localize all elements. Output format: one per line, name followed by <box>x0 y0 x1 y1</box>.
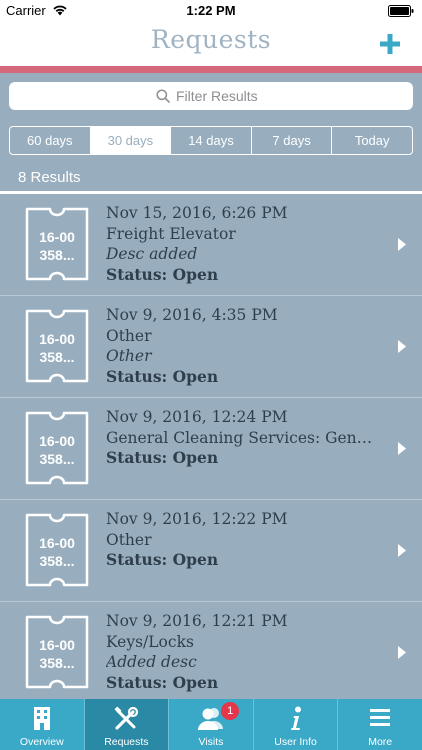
page-title: Requests <box>150 25 272 54</box>
status-bar: Carrier 1:22 PM <box>0 0 422 22</box>
ticket-number-line2: 358... <box>39 247 75 263</box>
ticket-icon: 16-00 358... <box>24 207 90 281</box>
request-type: Keys/Locks <box>106 632 194 651</box>
ticket-number-line1: 16-00 <box>39 229 75 245</box>
ticket-icon: 16-00 358... <box>24 411 90 485</box>
ticket-icon: 16-00 358... <box>24 513 90 587</box>
request-status: Status: Open <box>106 550 219 569</box>
tab-label: Requests <box>104 736 149 748</box>
ticket-number-line2: 358... <box>39 349 75 365</box>
info-icon <box>290 706 301 730</box>
request-row[interactable]: 16-00 358... Nov 9, 2016, 4:35 PM Other O… <box>0 296 422 398</box>
ticket-icon: 16-00 358... <box>24 615 90 689</box>
tab-overview[interactable]: Overview <box>0 699 85 750</box>
request-type: Freight Elevator <box>106 224 236 243</box>
segment-14-days[interactable]: 14 days <box>171 127 252 154</box>
status-time: 1:22 PM <box>186 3 236 18</box>
request-description: Added desc <box>106 653 197 671</box>
tab-more[interactable]: More <box>338 699 422 750</box>
chevron-right-icon <box>398 238 406 251</box>
request-date: Nov 15, 2016, 6:26 PM <box>106 204 288 222</box>
building-icon <box>33 707 50 730</box>
segment-60-days[interactable]: 60 days <box>10 127 91 154</box>
filter-input[interactable] <box>176 88 266 104</box>
tab-visits[interactable]: 1 Visits <box>169 699 254 750</box>
ticket-number-line2: 358... <box>39 451 75 467</box>
navigation-bar: Requests <box>0 22 422 66</box>
chevron-right-icon <box>398 646 406 659</box>
ticket-icon: 16-00 358... <box>24 309 90 383</box>
ticket-number-line1: 16-00 <box>39 637 75 653</box>
request-status: Status: Open <box>106 366 219 386</box>
chevron-right-icon <box>398 544 406 557</box>
tab-label: More <box>368 736 393 748</box>
request-type: Other <box>106 530 152 549</box>
add-request-button[interactable] <box>378 32 402 56</box>
battery-icon <box>388 5 414 17</box>
request-type: Other <box>106 326 152 345</box>
ticket-number-line1: 16-00 <box>39 535 75 551</box>
request-status: Status: Open <box>106 264 219 284</box>
request-list: 16-00 358... Nov 15, 2016, 6:26 PM Freigh… <box>0 194 422 699</box>
tab-requests[interactable]: Requests <box>84 699 170 750</box>
request-date: Nov 9, 2016, 12:24 PM <box>106 408 288 426</box>
visits-badge: 1 <box>221 702 240 720</box>
request-type: General Cleaning Services: Gen… <box>106 428 373 447</box>
request-date: Nov 9, 2016, 12:21 PM <box>106 612 288 630</box>
search-icon <box>156 89 170 103</box>
chevron-right-icon <box>398 442 406 455</box>
request-status: Status: Open <box>106 672 219 692</box>
ticket-number-line2: 358... <box>39 553 75 569</box>
segment-30-days[interactable]: 30 days <box>90 127 172 154</box>
tab-bar: Overview Requests 1 Visits User Info Mor… <box>0 699 422 750</box>
ticket-number-line1: 16-00 <box>39 331 75 347</box>
filter-bar[interactable] <box>9 82 413 110</box>
request-row[interactable]: 16-00 358... Nov 9, 2016, 12:22 PM Other … <box>0 500 422 602</box>
segment-7-days[interactable]: 7 days <box>252 127 333 154</box>
request-description: Other <box>106 347 152 365</box>
request-status: Status: Open <box>106 448 219 467</box>
tab-user-info[interactable]: User Info <box>254 699 339 750</box>
tab-label: Overview <box>19 736 64 748</box>
request-row[interactable]: 16-00 358... Nov 9, 2016, 12:24 PM Genera… <box>0 398 422 500</box>
ticket-number-line2: 358... <box>39 655 75 671</box>
tab-label: Visits <box>198 736 224 748</box>
request-date: Nov 9, 2016, 4:35 PM <box>106 306 278 324</box>
menu-icon <box>370 709 391 726</box>
results-count: 8 Results <box>18 169 81 186</box>
request-row[interactable]: 16-00 358... Nov 15, 2016, 6:26 PM Freigh… <box>0 194 422 296</box>
tab-label: User Info <box>274 736 317 748</box>
accent-stripe <box>0 66 422 73</box>
request-description: Desc added <box>106 245 198 263</box>
segment-today[interactable]: Today <box>332 127 412 154</box>
ticket-number-line1: 16-00 <box>39 433 75 449</box>
request-date: Nov 9, 2016, 12:22 PM <box>106 510 288 528</box>
tools-icon <box>114 706 139 730</box>
request-row[interactable]: 16-00 358... Nov 9, 2016, 12:21 PM Keys/L… <box>0 602 422 699</box>
date-range-segmented-control: 60 days 30 days 14 days 7 days Today <box>9 126 413 155</box>
chevron-right-icon <box>398 340 406 353</box>
